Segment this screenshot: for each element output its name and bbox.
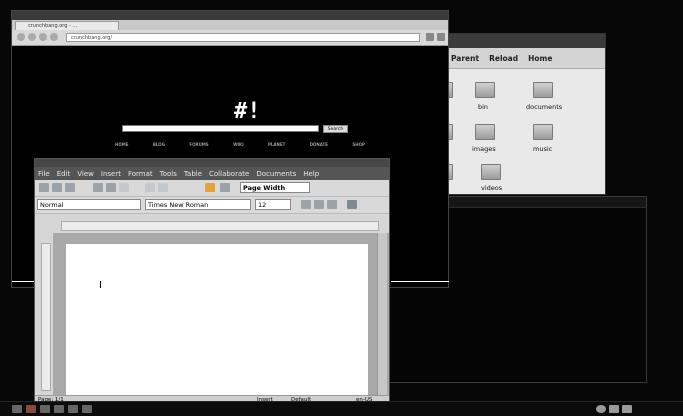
new-icon[interactable] — [39, 183, 49, 192]
writer-window[interactable]: File Edit View Insert Format Tools Table… — [34, 158, 390, 407]
folder-label-bin[interactable]: bin — [478, 103, 488, 111]
writer-format-toolbar: Normal Times New Roman 12 — [35, 197, 389, 214]
nav-link-blog[interactable]: BLOG — [153, 142, 165, 147]
browser-titlebar[interactable] — [12, 11, 448, 20]
menu-format[interactable]: Format — [128, 170, 153, 178]
menu-icon[interactable] — [12, 405, 22, 413]
vertical-ruler[interactable] — [41, 243, 51, 391]
menu-help[interactable]: Help — [303, 170, 319, 178]
browser-tab-bar: crunchbang.org - ... — [12, 20, 448, 30]
nav-link-forums[interactable]: FORUMS — [189, 142, 208, 147]
writer-icon[interactable] — [68, 405, 78, 413]
menu-edit[interactable]: Edit — [57, 170, 71, 178]
writer-menubar: File Edit View Insert Format Tools Table… — [35, 167, 389, 180]
undo-icon[interactable] — [145, 183, 155, 192]
reload-icon[interactable] — [39, 33, 47, 41]
italic-icon[interactable] — [314, 200, 324, 209]
vertical-scrollbar[interactable] — [377, 233, 387, 395]
folder-label-documents[interactable]: documents — [526, 103, 562, 111]
browser-navigation-bar: crunchbang.org/ — [12, 30, 448, 46]
url-field[interactable]: crunchbang.org/ — [66, 33, 420, 42]
align-icon[interactable] — [347, 200, 357, 209]
document-page[interactable] — [66, 244, 368, 399]
site-search-button[interactable]: Search — [323, 125, 348, 133]
redo-icon[interactable] — [158, 183, 168, 192]
site-nav: HOME BLOG FORUMS WIKI PLANET DONATE SHOP — [115, 142, 365, 147]
back-icon[interactable] — [17, 33, 25, 41]
menu-insert[interactable]: Insert — [101, 170, 121, 178]
tab-title: crunchbang.org - ... — [28, 23, 78, 29]
folder-label-videos[interactable]: videos — [481, 184, 502, 192]
nav-link-shop[interactable]: SHOP — [352, 142, 365, 147]
file-manager-toolbar: Parent Reload Home — [441, 48, 605, 69]
home-icon[interactable] — [50, 33, 58, 41]
search-icon[interactable] — [437, 33, 445, 41]
nav-link-donate[interactable]: DONATE — [310, 142, 328, 147]
folder-icon[interactable] — [475, 82, 495, 98]
folder-icon[interactable] — [475, 124, 495, 140]
bold-icon[interactable] — [301, 200, 311, 209]
font-name-select[interactable]: Times New Roman — [145, 199, 251, 210]
page-rule — [391, 281, 449, 282]
app-icon[interactable] — [26, 405, 36, 413]
battery-icon[interactable] — [622, 405, 632, 413]
menu-view[interactable]: View — [77, 170, 94, 178]
cut-icon[interactable] — [93, 183, 103, 192]
menu-table[interactable]: Table — [184, 170, 202, 178]
writer-standard-toolbar: Page Width — [35, 180, 389, 197]
home-button[interactable]: Home — [528, 54, 552, 63]
copy-icon[interactable] — [106, 183, 116, 192]
nav-link-planet[interactable]: PLANET — [268, 142, 285, 147]
folder-label-images[interactable]: images — [472, 145, 496, 153]
folder-icon[interactable] — [481, 164, 501, 180]
styles-icon[interactable] — [205, 183, 215, 192]
file-manager-window[interactable]: Parent Reload Home bin documents images … — [440, 33, 606, 195]
taskbar — [0, 401, 683, 416]
folder-icon[interactable] — [533, 124, 553, 140]
document-area — [53, 233, 389, 399]
folder-label-music[interactable]: music — [533, 145, 552, 153]
underline-icon[interactable] — [327, 200, 337, 209]
nav-link-home[interactable]: HOME — [115, 142, 128, 147]
horizontal-ruler[interactable] — [61, 221, 379, 231]
browser-tab[interactable]: crunchbang.org - ... — [15, 21, 119, 30]
browser-icon[interactable] — [54, 405, 64, 413]
save-icon[interactable] — [65, 183, 75, 192]
text-cursor — [100, 281, 101, 288]
menu-documents[interactable]: Documents — [256, 170, 296, 178]
menu-tools[interactable]: Tools — [160, 170, 177, 178]
writer-titlebar[interactable] — [35, 159, 389, 167]
font-size-select[interactable]: 12 — [255, 199, 291, 210]
zoom-select[interactable]: Page Width — [240, 182, 310, 193]
paste-icon[interactable] — [119, 183, 129, 192]
menu-file[interactable]: File — [38, 170, 50, 178]
open-icon[interactable] — [52, 183, 62, 192]
paragraph-style-select[interactable]: Normal — [37, 199, 141, 210]
site-search-input[interactable] — [122, 125, 319, 132]
reload-button[interactable]: Reload — [489, 54, 518, 63]
menu-collaborate[interactable]: Collaborate — [209, 170, 249, 178]
parent-button[interactable]: Parent — [451, 54, 479, 63]
folder-icon[interactable] — [533, 82, 553, 98]
file-manager-titlebar[interactable] — [441, 34, 605, 48]
folder-icon[interactable] — [82, 405, 92, 413]
terminal-icon[interactable] — [40, 405, 50, 413]
site-logo[interactable]: #! — [234, 99, 261, 124]
network-icon[interactable] — [596, 405, 606, 413]
forward-icon[interactable] — [28, 33, 36, 41]
nav-link-wiki[interactable]: WIKI — [233, 142, 244, 147]
volume-icon[interactable] — [609, 405, 619, 413]
bookmark-icon[interactable] — [426, 33, 434, 41]
table-icon[interactable] — [220, 183, 230, 192]
